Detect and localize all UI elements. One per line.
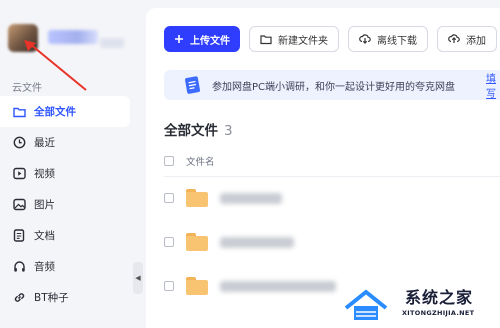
headphones-icon <box>12 260 26 274</box>
new-folder-button[interactable]: 新建文件夹 <box>249 26 339 52</box>
sidebar-item-recent[interactable]: 最近 <box>0 127 130 158</box>
header-divider <box>164 176 500 177</box>
sidebar-item-bt-torrent[interactable]: BT种子 <box>0 282 130 313</box>
add-button[interactable]: 添加 <box>437 26 497 52</box>
folder-icon <box>186 233 208 251</box>
clock-icon <box>12 136 26 150</box>
sidebar-item-video[interactable]: 视频 <box>0 158 130 189</box>
image-icon <box>12 198 26 212</box>
house-logo-icon <box>344 289 388 320</box>
page-title: 全部文件 3 <box>164 119 233 139</box>
folder-icon <box>186 189 208 207</box>
survey-banner-text: 参加网盘PC端小调研，和你一起设计更好用的夸克网盘 <box>212 81 456 93</box>
file-list-header: 文件名 <box>164 153 500 169</box>
sidebar-item-documents[interactable]: 文档 <box>0 220 130 251</box>
collapse-arrow-icon: ◀ <box>135 274 141 282</box>
folder-icon <box>186 277 208 295</box>
file-name-blurred <box>220 192 282 204</box>
upload-button-label: 上传文件 <box>190 35 230 47</box>
sidebar-nav: 全部文件 最近 视频 图片 文档 音频 BT种子 <box>0 96 130 313</box>
page-title-text: 全部文件 <box>164 123 218 139</box>
sidebar-collapse-button[interactable]: ◀ <box>133 262 143 294</box>
upload-button[interactable]: 上传文件 <box>164 26 240 52</box>
column-filename[interactable]: 文件名 <box>186 154 215 168</box>
site-watermark: 系统之家 XITONGZHIJIA.NET <box>340 282 500 328</box>
folder-add-icon <box>260 34 272 45</box>
toolbar: 上传文件 新建文件夹 离线下载 添加 <box>164 26 497 52</box>
main-panel: 上传文件 新建文件夹 离线下载 添加 参加网盘PC端小调研，和你一起设计更好用的… <box>146 8 500 328</box>
video-icon <box>12 167 26 181</box>
offline-download-button-label: 离线下载 <box>377 35 417 47</box>
cloud-upload-icon <box>448 33 460 45</box>
sidebar-item-label: 音频 <box>34 261 55 273</box>
row-checkbox[interactable] <box>164 281 174 291</box>
sidebar-item-images[interactable]: 图片 <box>0 189 130 220</box>
plus-icon <box>174 34 184 44</box>
sidebar-item-label: 视频 <box>34 168 55 180</box>
document-icon <box>12 229 26 243</box>
add-button-label: 添加 <box>466 35 486 47</box>
file-row[interactable] <box>164 230 500 254</box>
sidebar-item-label: BT种子 <box>34 292 69 304</box>
survey-fill-link[interactable]: 填写 <box>486 70 500 100</box>
survey-banner: 参加网盘PC端小调研，和你一起设计更好用的夸克网盘 填写 <box>164 70 500 100</box>
row-checkbox[interactable] <box>164 237 174 247</box>
file-row[interactable] <box>164 186 500 210</box>
file-count: 3 <box>224 123 233 139</box>
sidebar-item-label: 图片 <box>34 199 55 211</box>
sidebar-item-label: 文档 <box>34 230 55 242</box>
annotation-arrow <box>24 40 87 91</box>
cloud-download-icon <box>359 33 371 45</box>
watermark-url: XITONGZHIJIA.NET <box>402 309 475 317</box>
sidebar-item-label: 最近 <box>34 137 55 149</box>
link-icon <box>12 291 26 305</box>
row-checkbox[interactable] <box>164 193 174 203</box>
file-name-blurred <box>220 280 336 292</box>
survey-document-icon <box>185 76 200 94</box>
file-name-blurred <box>220 236 294 248</box>
offline-download-button[interactable]: 离线下载 <box>348 26 428 52</box>
sidebar-item-audio[interactable]: 音频 <box>0 251 130 282</box>
select-all-checkbox[interactable] <box>164 156 174 166</box>
new-folder-button-label: 新建文件夹 <box>278 35 328 47</box>
watermark-title: 系统之家 <box>405 288 474 307</box>
